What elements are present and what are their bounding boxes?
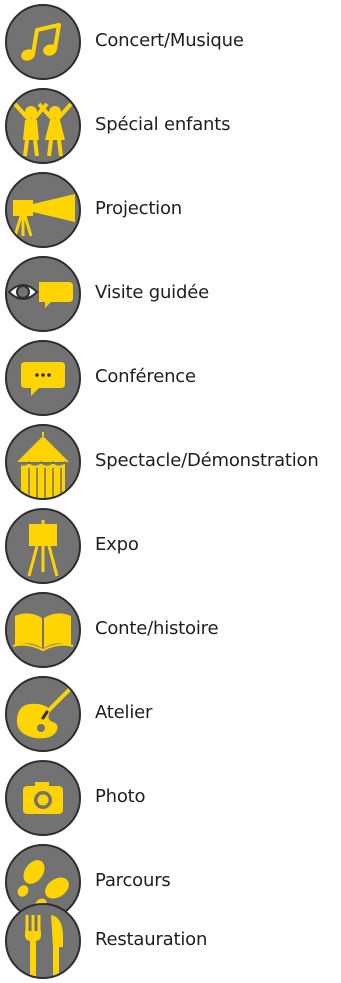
legend-item-children: Spécial enfants	[0, 84, 341, 168]
camera-icon	[5, 760, 81, 836]
legend-item-show: Spectacle/Démonstration	[0, 420, 341, 504]
event-type-legend: Concert/Musique Spécial enfants Projecti…	[0, 0, 341, 983]
legend-item-guided-tour: Visite guidée	[0, 252, 341, 336]
legend-label: Concert/Musique	[95, 30, 244, 51]
legend-label: Photo	[95, 786, 146, 807]
legend-item-expo: Expo	[0, 504, 341, 588]
legend-label: Restauration	[95, 929, 208, 950]
legend-label: Projection	[95, 198, 183, 219]
speech-bubble-icon	[5, 340, 81, 416]
legend-label: Parcours	[95, 870, 171, 891]
legend-item-story: Conte/histoire	[0, 588, 341, 672]
legend-item-photo: Photo	[0, 756, 341, 840]
guided-tour-eye-icon	[5, 256, 81, 332]
easel-icon	[5, 508, 81, 584]
legend-label: Visite guidée	[95, 282, 209, 303]
legend-item-food: Restauration	[0, 899, 341, 983]
children-icon	[5, 88, 81, 164]
music-note-icon	[5, 4, 81, 80]
legend-label: Conte/histoire	[95, 618, 219, 639]
paint-palette-icon	[5, 676, 81, 752]
fork-knife-icon	[5, 903, 81, 979]
legend-item-workshop: Atelier	[0, 672, 341, 756]
legend-label: Spectacle/Démonstration	[95, 450, 319, 471]
legend-label: Spécial enfants	[95, 114, 231, 135]
legend-label: Expo	[95, 534, 139, 555]
legend-item-conference: Conférence	[0, 336, 341, 420]
legend-item-projection: Projection	[0, 168, 341, 252]
open-book-icon	[5, 592, 81, 668]
circus-tent-icon	[5, 424, 81, 500]
legend-label: Atelier	[95, 702, 153, 723]
projector-icon	[5, 172, 81, 248]
legend-item-concert: Concert/Musique	[0, 0, 341, 84]
legend-label: Conférence	[95, 366, 196, 387]
